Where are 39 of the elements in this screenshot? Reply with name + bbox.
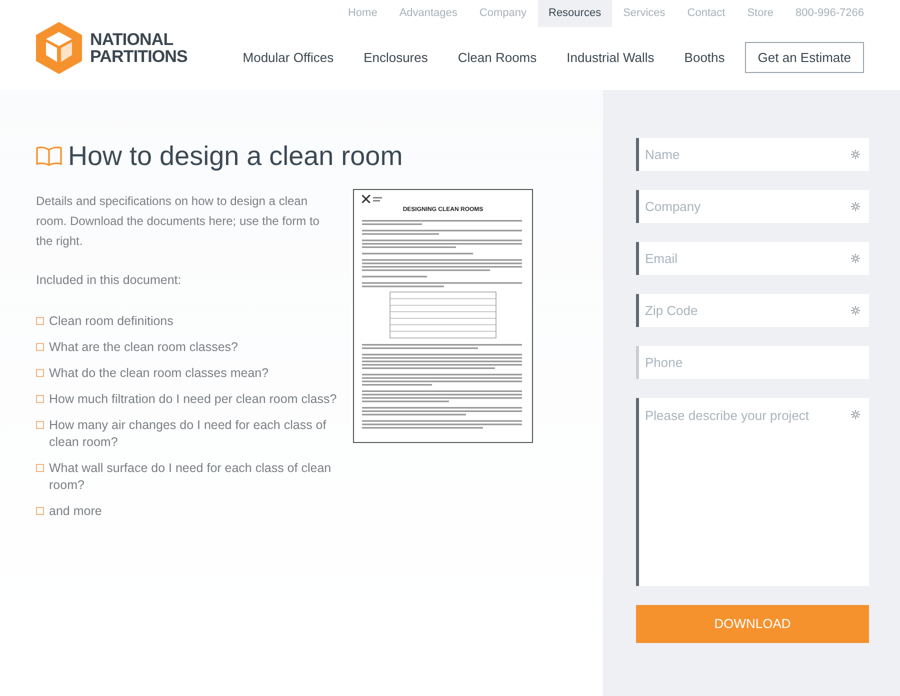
- list-item: Clean room definitions: [49, 313, 174, 330]
- main-nav-link[interactable]: Clean Rooms: [458, 48, 537, 68]
- main-nav-link[interactable]: Industrial Walls: [566, 48, 654, 68]
- input-field[interactable]: Name: [636, 138, 869, 171]
- bullet-icon: [36, 507, 44, 516]
- required-asterisk-icon: [851, 202, 860, 211]
- bullet-icon: [36, 369, 44, 378]
- logo-text[interactable]: NATIONAL: [90, 31, 188, 48]
- required-asterisk-icon: [851, 410, 860, 419]
- main-nav-link[interactable]: Booths: [684, 48, 725, 68]
- bullet-icon: [36, 317, 44, 326]
- list-item: How much filtration do I need per clean room class?: [49, 391, 337, 408]
- top-nav-link[interactable]: Resources: [538, 0, 612, 27]
- required-asterisk-icon: [851, 254, 860, 263]
- required-asterisk-icon: [851, 306, 860, 315]
- bullet-icon: [36, 395, 44, 404]
- bullet-icon: [36, 421, 44, 430]
- main-nav-link[interactable]: Modular Offices: [242, 48, 334, 68]
- list-item: and more: [49, 503, 102, 520]
- main-nav-link[interactable]: Enclosures: [364, 48, 428, 68]
- input-field[interactable]: Zip Code: [636, 294, 869, 327]
- list-label: Included in this document:: [36, 272, 182, 288]
- list-item: What are the clean room classes?: [49, 339, 238, 356]
- list-item: What do the clean room classes mean?: [49, 365, 269, 382]
- estimate-button[interactable]: Get an Estimate: [744, 42, 864, 73]
- page-heading: How to design a clean room: [68, 140, 403, 173]
- book-icon: [36, 146, 62, 166]
- cube-logo-icon[interactable]: [36, 22, 82, 74]
- intro-paragraph: Details and specifications on how to design a clean room. Download the documents here; use the form to the right.: [36, 192, 320, 250]
- list-item: How many air changes do I need for each class of clean room?: [49, 417, 328, 452]
- required-asterisk-icon: [851, 150, 860, 159]
- bullet-icon: [36, 343, 44, 352]
- bullet-icon: [36, 464, 44, 472]
- logo-icon: [362, 194, 382, 202]
- logo-text[interactable]: PARTITIONS: [90, 48, 188, 65]
- project-textarea[interactable]: Please describe your project: [636, 398, 869, 586]
- list-item: What wall surface do I need for each class of clean room?: [49, 460, 332, 494]
- input-field[interactable]: Email: [636, 242, 869, 275]
- input-field[interactable]: Company: [636, 190, 869, 223]
